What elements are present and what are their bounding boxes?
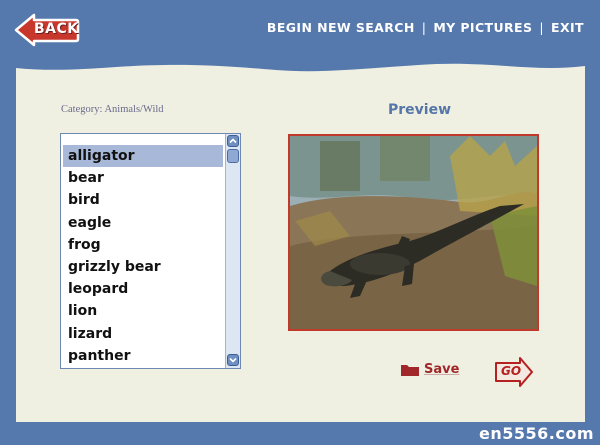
back-button[interactable]: BACK [14,12,80,48]
my-pictures-link[interactable]: MY PICTURES [433,20,532,35]
list-item[interactable]: bear [63,167,223,189]
begin-new-search-link[interactable]: BEGIN NEW SEARCH [267,20,415,35]
scroll-thumb[interactable] [227,149,239,163]
scroll-up-button[interactable] [227,135,239,147]
list-item[interactable]: frog [63,234,223,256]
save-button[interactable]: Save [400,362,459,377]
animal-list: alligator bear bird eagle frog grizzly b… [63,145,223,367]
list-item[interactable]: leopard [63,278,223,300]
list-scrollbar[interactable] [225,134,240,368]
exit-link[interactable]: EXIT [551,20,584,35]
nav-separator: | [539,20,545,35]
go-button[interactable]: GO [494,357,534,387]
animal-listbox[interactable]: alligator bear bird eagle frog grizzly b… [60,133,241,369]
header-wave-edge [16,58,585,72]
chevron-up-icon [229,138,237,144]
go-label: GO [501,364,522,378]
category-label: Category: Animals/Wild [61,104,164,115]
list-item[interactable]: panther [63,345,223,367]
list-item[interactable]: grizzly bear [63,256,223,278]
list-item[interactable]: lizard [63,323,223,345]
preview-image [288,134,539,331]
chevron-down-icon [229,357,237,363]
alligator-photo [290,136,537,329]
top-navigation: BEGIN NEW SEARCH | MY PICTURES | EXIT [267,20,584,35]
list-item-selected[interactable]: alligator [63,145,223,168]
list-item[interactable]: eagle [63,212,223,234]
nav-separator: | [421,20,427,35]
scroll-down-button[interactable] [227,354,239,366]
watermark: en5556.com [479,424,594,443]
list-item[interactable]: lion [63,300,223,322]
preview-title: Preview [388,102,452,118]
list-item[interactable]: bird [63,189,223,211]
back-label: BACK [34,21,79,37]
save-label: Save [424,362,460,377]
folder-icon [401,365,419,376]
